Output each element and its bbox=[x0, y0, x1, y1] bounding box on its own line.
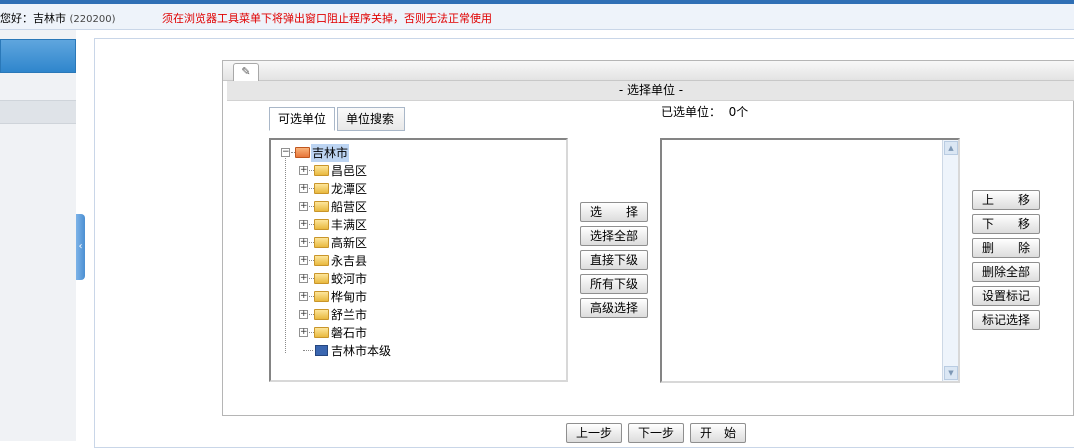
select-all-button[interactable]: 选择全部 bbox=[580, 226, 648, 246]
folder-icon bbox=[314, 165, 329, 176]
selected-list-scrollbar[interactable]: ▲ ▼ bbox=[942, 140, 958, 381]
selected-count: 已选单位： 0个 bbox=[661, 105, 749, 119]
start-button[interactable]: 开 始 bbox=[690, 423, 746, 443]
tab-unit-search[interactable]: 单位搜索 bbox=[337, 107, 405, 131]
tree-node[interactable]: + 高新区 bbox=[299, 234, 419, 252]
expand-toggle-icon[interactable]: + bbox=[299, 292, 308, 301]
dialog-title: - 选择单位 - bbox=[227, 81, 1074, 101]
tree-node[interactable]: + 桦甸市 bbox=[299, 288, 419, 306]
sidebar-collapse-handle[interactable]: ‹ bbox=[76, 214, 85, 280]
tree-node-root[interactable]: − 吉林市 bbox=[281, 144, 401, 162]
expand-toggle-icon[interactable]: + bbox=[299, 238, 308, 247]
direct-children-button[interactable]: 直接下级 bbox=[580, 250, 648, 270]
tree-node[interactable]: + 舒兰市 bbox=[299, 306, 419, 324]
tree-node-leaf[interactable]: 吉林市本级 bbox=[299, 342, 429, 360]
folder-icon bbox=[314, 273, 329, 284]
tree-node-label[interactable]: 龙潭区 bbox=[331, 180, 367, 198]
move-up-button[interactable]: 上 移 bbox=[972, 190, 1040, 210]
user-greeting: 您好：吉林市 (220200) bbox=[0, 12, 116, 25]
unit-tree: − 吉林市 + 昌邑区 + 龙潭区 + 船营区 + 丰满区 + 高新区 + 永吉… bbox=[269, 138, 568, 382]
folder-icon bbox=[314, 201, 329, 212]
folder-icon bbox=[314, 237, 329, 248]
previous-step-button[interactable]: 上一步 bbox=[566, 423, 622, 443]
expand-toggle-icon[interactable]: + bbox=[299, 202, 308, 211]
tree-node[interactable]: + 船营区 bbox=[299, 198, 419, 216]
dialog-tab-bar: ✎ bbox=[223, 61, 1074, 81]
all-descendants-button[interactable]: 所有下级 bbox=[580, 274, 648, 294]
tree-node-label[interactable]: 吉林市本级 bbox=[331, 342, 391, 360]
tree-node-label[interactable]: 永吉县 bbox=[331, 252, 367, 270]
tree-guide-line bbox=[285, 158, 286, 353]
expand-toggle-icon[interactable]: + bbox=[299, 184, 308, 193]
collapse-toggle-icon[interactable]: − bbox=[281, 148, 290, 157]
expand-toggle-icon[interactable]: + bbox=[299, 310, 308, 319]
popup-blocker-warning: 须在浏览器工具菜单下将弹出窗口阻止程序关掉，否则无法正常使用 bbox=[162, 12, 492, 25]
tree-node-label[interactable]: 高新区 bbox=[331, 234, 367, 252]
folder-icon bbox=[314, 255, 329, 266]
folder-open-icon bbox=[295, 147, 310, 158]
set-mark-button[interactable]: 设置标记 bbox=[972, 286, 1040, 306]
expand-toggle-icon[interactable]: + bbox=[299, 166, 308, 175]
select-button[interactable]: 选 择 bbox=[580, 202, 648, 222]
sidebar-header[interactable] bbox=[0, 39, 76, 73]
folder-icon bbox=[314, 327, 329, 338]
expand-toggle-icon[interactable]: + bbox=[299, 328, 308, 337]
tree-node-label[interactable]: 吉林市 bbox=[311, 144, 350, 162]
next-step-button[interactable]: 下一步 bbox=[628, 423, 684, 443]
move-down-button[interactable]: 下 移 bbox=[972, 214, 1040, 234]
unit-leaf-icon bbox=[315, 345, 328, 356]
tree-node[interactable]: + 昌邑区 bbox=[299, 162, 419, 180]
scroll-down-icon[interactable]: ▼ bbox=[944, 366, 958, 380]
tree-node-label[interactable]: 舒兰市 bbox=[331, 306, 367, 324]
left-sidebar bbox=[0, 30, 76, 441]
selected-units-list[interactable]: ▲ ▼ bbox=[660, 138, 960, 383]
tab-available-units[interactable]: 可选单位 bbox=[269, 107, 335, 131]
tree-node-label[interactable]: 昌邑区 bbox=[331, 162, 367, 180]
tree-node[interactable]: + 龙潭区 bbox=[299, 180, 419, 198]
tree-node-label[interactable]: 蛟河市 bbox=[331, 270, 367, 288]
region-code: (220200) bbox=[69, 14, 116, 25]
folder-icon bbox=[314, 219, 329, 230]
edit-icon[interactable]: ✎ bbox=[233, 63, 259, 81]
tree-node-label[interactable]: 磐石市 bbox=[331, 324, 367, 342]
tree-node-label[interactable]: 船营区 bbox=[331, 198, 367, 216]
tree-node-label[interactable]: 丰满区 bbox=[331, 216, 367, 234]
tree-node[interactable]: + 永吉县 bbox=[299, 252, 419, 270]
expand-toggle-icon[interactable]: + bbox=[299, 220, 308, 229]
folder-icon bbox=[314, 309, 329, 320]
folder-icon bbox=[314, 183, 329, 194]
advanced-select-button[interactable]: 高级选择 bbox=[580, 298, 648, 318]
expand-toggle-icon[interactable]: + bbox=[299, 274, 308, 283]
delete-all-button[interactable]: 删除全部 bbox=[972, 262, 1040, 282]
tree-node[interactable]: + 蛟河市 bbox=[299, 270, 419, 288]
folder-icon bbox=[314, 291, 329, 302]
tree-node[interactable]: + 丰满区 bbox=[299, 216, 419, 234]
expand-toggle-icon[interactable]: + bbox=[299, 256, 308, 265]
mark-select-button[interactable]: 标记选择 bbox=[972, 310, 1040, 330]
tree-node[interactable]: + 磐石市 bbox=[299, 324, 419, 342]
scroll-up-icon[interactable]: ▲ bbox=[944, 141, 958, 155]
sidebar-item[interactable] bbox=[0, 100, 76, 124]
tree-node-label[interactable]: 桦甸市 bbox=[331, 288, 367, 306]
header-bar: 您好：吉林市 (220200) 须在浏览器工具菜单下将弹出窗口阻止程序关掉，否则… bbox=[0, 4, 1074, 30]
delete-button[interactable]: 删 除 bbox=[972, 238, 1040, 258]
